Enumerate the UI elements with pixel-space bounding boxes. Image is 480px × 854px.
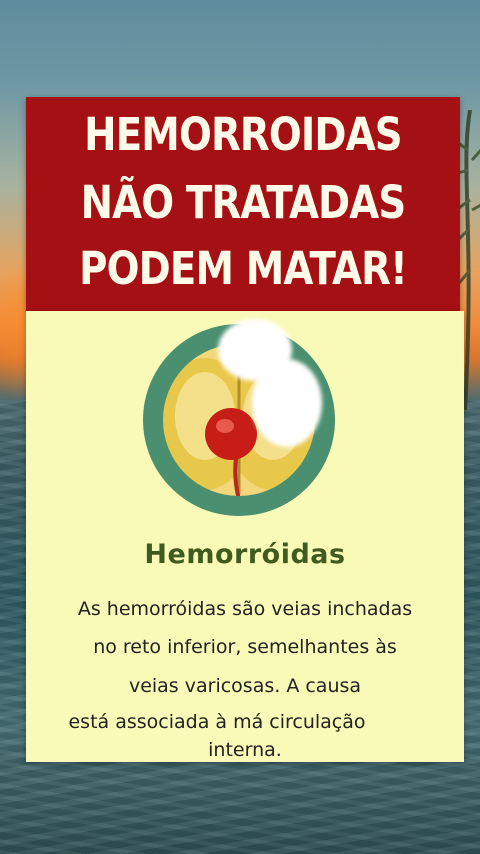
video-frame: HEMORROIDAS NÃO TRATADAS PODEM MATAR! He… — [0, 0, 480, 854]
banner-line-2: NÃO TRATADAS — [80, 176, 407, 229]
info-card: Hemorróidas As hemorróidas são veias inc… — [26, 311, 464, 762]
description-line-4: está associada à má circulação — [68, 711, 366, 733]
description-line-5: interna. — [208, 739, 282, 761]
blur-patch — [252, 359, 322, 447]
card-title: Hemorróidas — [144, 539, 346, 570]
title-banner: HEMORROIDAS NÃO TRATADAS PODEM MATAR! — [26, 97, 460, 311]
banner-line-3: PODEM MATAR! — [79, 242, 408, 295]
description-line-3: veias varicosas. A causa — [128, 675, 362, 697]
banner-line-1: HEMORROIDAS — [84, 108, 402, 161]
description-line-2: no reto inferior, semelhantes às — [93, 636, 397, 658]
description-line-1: As hemorróidas são veias inchadas — [77, 598, 413, 620]
